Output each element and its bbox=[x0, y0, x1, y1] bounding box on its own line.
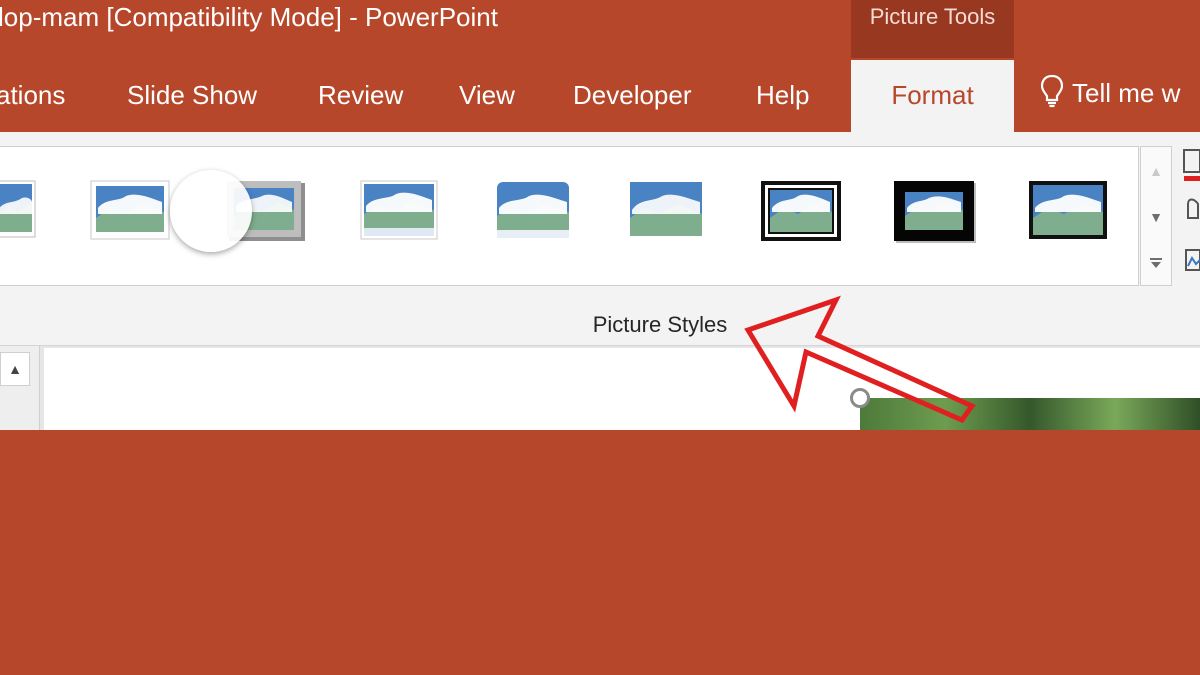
brand-background bbox=[0, 430, 1200, 675]
